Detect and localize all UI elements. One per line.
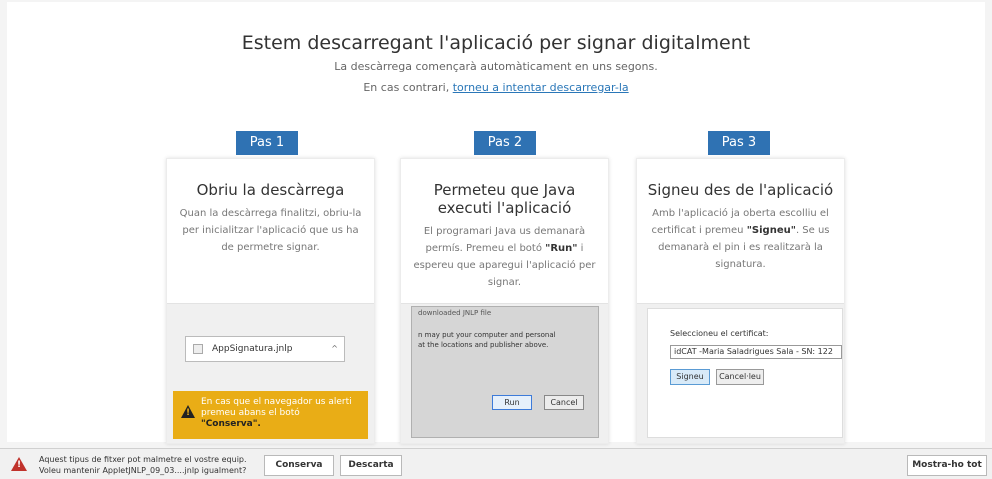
step-1-text: Quan la descàrrega finalitzi, obriu-la p…	[179, 208, 362, 253]
dialog-line-3: at the locations and publisher above.	[418, 341, 549, 349]
download-warning-line-1: Aquest tipus de fitxer pot malmetre el v…	[39, 455, 247, 464]
retry-line: En cas contrari, torneu a intentar desca…	[7, 81, 985, 94]
step-3-text-bold: "Signeu"	[746, 225, 796, 236]
step-1-illustration: AppSignatura.jnlp ^ ! En cas que el nave…	[167, 303, 374, 443]
download-bar: ! Aquest tipus de fitxer pot malmetre el…	[0, 448, 992, 479]
download-warning-line-2: Voleu mantenir AppletJNLP_09_03....jnlp …	[39, 466, 247, 475]
step-3-card: Signeu des de l'aplicació Amb l'aplicaci…	[636, 158, 845, 444]
warning-text: En cas que el navegador us alerti premeu…	[201, 397, 352, 418]
certificate-select: idCAT -Maria Saladrigues Sala - SN: 122	[670, 345, 842, 359]
step-3-text: Amb l'aplicació ja oberta escolliu el ce…	[637, 205, 844, 273]
step-2-card: Permeteu que Java executi l'aplicació El…	[400, 158, 609, 444]
retry-prefix: En cas contrari,	[363, 81, 453, 94]
page-background: Estem descarregant l'aplicació per signa…	[0, 0, 992, 447]
step-3-tab: Pas 3	[708, 131, 770, 155]
warning-icon: !	[181, 405, 195, 418]
warning-icon: !	[11, 457, 27, 471]
dialog-line-2: n may put your computer and personal	[418, 331, 556, 339]
certificate-label: Seleccioneu el certificat:	[670, 329, 769, 338]
step-3-title: Signeu des de l'aplicació	[647, 181, 834, 199]
discard-button[interactable]: Descarta	[340, 455, 402, 476]
step-2-tab: Pas 2	[474, 131, 536, 155]
dialog-line-1: downloaded JNLP file	[418, 309, 492, 317]
step-1-card: Obriu la descàrrega Quan la descàrrega f…	[166, 158, 375, 444]
file-icon	[193, 344, 203, 354]
run-button-illustration: Run	[492, 395, 532, 410]
step-3-illustration: Seleccioneu el certificat: idCAT -Maria …	[637, 303, 844, 443]
download-file-name: AppSignatura.jnlp	[212, 344, 293, 354]
main-panel: Estem descarregant l'aplicació per signa…	[7, 2, 985, 444]
show-all-button[interactable]: Mostra-ho tot	[907, 455, 987, 476]
page-subtitle: La descàrrega començarà automàticament e…	[334, 60, 658, 73]
step-2-title: Permeteu que Java executi l'aplicació	[433, 181, 576, 217]
retry-download-link[interactable]: torneu a intentar descarregar-la	[453, 81, 629, 94]
warning-bold: "Conserva".	[201, 419, 261, 429]
sign-button-illustration: Signeu	[670, 369, 710, 385]
step-1-title: Obriu la descàrrega	[196, 181, 345, 199]
step-1-tab: Pas 1	[236, 131, 298, 155]
keep-button[interactable]: Conserva	[264, 455, 334, 476]
step-2-text-bold: "Run"	[545, 243, 578, 254]
step-2-illustration: downloaded JNLP file n may put your comp…	[401, 303, 608, 443]
browser-warning-note: ! En cas que el navegador us alerti prem…	[173, 391, 368, 439]
java-security-dialog: downloaded JNLP file n may put your comp…	[411, 306, 599, 438]
cancel-button-illustration: Cancel	[544, 395, 584, 410]
cancel-button-illustration: Cancel·leu	[716, 369, 764, 385]
step-2-text: El programari Java us demanarà permís. P…	[401, 223, 608, 291]
page-title: Estem descarregant l'aplicació per signa…	[241, 32, 751, 54]
chevron-down-icon: ^	[331, 344, 338, 353]
download-file-item: AppSignatura.jnlp ^	[185, 336, 345, 362]
certificate-dialog: Seleccioneu el certificat: idCAT -Maria …	[647, 308, 843, 438]
